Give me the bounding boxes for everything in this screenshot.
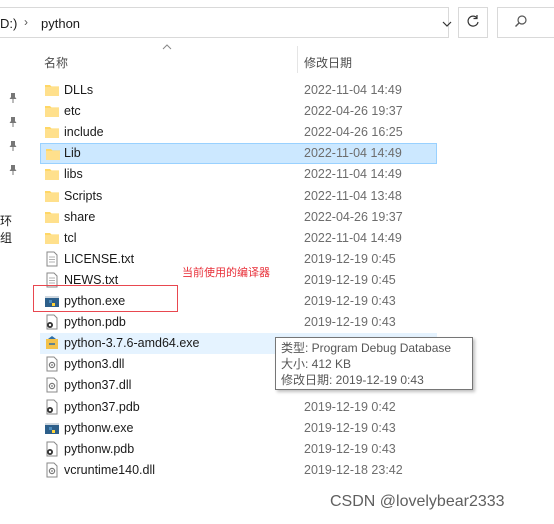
dll-file-icon	[44, 462, 60, 478]
file-row[interactable]: python37.pdb 2019-12-19 0:42	[40, 397, 437, 418]
file-name: python37.dll	[64, 378, 132, 393]
search-icon	[514, 14, 528, 31]
file-date: 2022-11-04 14:49	[304, 146, 402, 161]
pin-icon[interactable]	[8, 116, 18, 128]
column-divider[interactable]	[297, 46, 298, 73]
nav-item-label[interactable]: 环组	[0, 212, 22, 246]
pdb-file-icon	[44, 399, 60, 415]
tooltip-date: 修改日期: 2019-12-19 0:43	[281, 373, 424, 387]
file-name: share	[64, 209, 96, 224]
folder-icon	[44, 188, 60, 204]
python-exe-icon	[44, 420, 60, 436]
file-row[interactable]: Scripts 2022-11-04 13:48	[40, 186, 437, 207]
dll-file-icon	[44, 356, 60, 372]
refresh-button[interactable]	[458, 7, 488, 38]
folder-icon	[44, 209, 60, 225]
file-date: 2022-11-04 14:49	[304, 230, 402, 245]
address-box[interactable]: D:) › python	[0, 7, 452, 38]
file-row[interactable]: include 2022-04-26 16:25	[40, 122, 437, 143]
breadcrumb-separator[interactable]: ›	[24, 15, 28, 29]
column-header-name[interactable]: 名称	[44, 54, 68, 71]
file-name: pythonw.pdb	[64, 441, 135, 456]
file-name: python-3.7.6-amd64.exe	[64, 336, 200, 351]
tooltip-type: 类型: Program Debug Database	[281, 341, 452, 355]
watermark: CSDN @lovelybear2333	[330, 493, 505, 510]
file-name: libs	[64, 167, 83, 182]
file-date: 2019-12-19 0:45	[304, 251, 396, 266]
file-name: DLLs	[64, 83, 94, 97]
pin-icon[interactable]	[8, 92, 18, 104]
file-date: 2022-04-26 19:37	[304, 209, 403, 224]
dll-file-icon	[44, 377, 60, 393]
folder-icon	[44, 124, 60, 140]
navigation-pane: 环组	[0, 46, 22, 524]
file-date: 2022-11-04 13:48	[304, 188, 402, 203]
file-name: python3.dll	[64, 357, 125, 372]
file-name: include	[64, 125, 104, 140]
file-name: vcruntime140.dll	[64, 462, 156, 477]
file-date: 2019-12-19 0:43	[304, 294, 396, 308]
file-name: python37.pdb	[64, 399, 140, 414]
file-date: 2022-04-26 19:37	[304, 104, 403, 119]
file-row[interactable]: etc 2022-04-26 19:37	[40, 101, 437, 122]
folder-icon	[45, 146, 61, 162]
annotation-highlight-box	[33, 285, 178, 312]
file-date: 2019-12-19 0:42	[304, 399, 396, 414]
search-input[interactable]	[497, 7, 554, 38]
file-row[interactable]: tcl 2022-11-04 14:49	[40, 228, 437, 249]
sort-up-icon	[162, 42, 172, 53]
folder-icon	[44, 103, 60, 119]
file-row[interactable]: DLLs 2022-11-04 14:49	[40, 80, 437, 101]
pdb-file-icon	[44, 441, 60, 457]
file-name: etc	[64, 104, 81, 119]
pin-icon[interactable]	[8, 140, 18, 152]
file-row[interactable]: pythonw.pdb 2019-12-19 0:43	[40, 439, 437, 460]
file-name: Scripts	[64, 188, 103, 203]
file-row[interactable]: pythonw.exe 2019-12-19 0:43	[40, 418, 437, 439]
file-row[interactable]: share 2022-04-26 19:37	[40, 207, 437, 228]
installer-icon	[44, 335, 60, 351]
breadcrumb-folder[interactable]: python	[41, 16, 80, 31]
file-name: python.pdb	[64, 315, 126, 330]
file-date: 2019-12-19 0:43	[304, 420, 396, 435]
file-row[interactable]: vcruntime140.dll 2019-12-18 23:42	[40, 460, 437, 481]
file-row[interactable]: Lib 2022-11-04 14:49	[40, 143, 437, 165]
folder-icon	[44, 230, 60, 246]
folder-icon	[44, 166, 60, 182]
file-tooltip: 类型: Program Debug Database 大小: 412 KB 修改…	[275, 337, 473, 390]
file-row[interactable]: python.pdb 2019-12-19 0:43	[40, 312, 437, 333]
file-date: 2019-12-19 0:43	[304, 315, 396, 330]
chevron-down-icon[interactable]	[442, 20, 454, 30]
pdb-file-icon	[44, 314, 60, 330]
folder-icon	[44, 82, 60, 98]
file-date: 2019-12-19 0:45	[304, 272, 396, 287]
file-name: Lib	[64, 146, 81, 161]
file-row[interactable]: libs 2022-11-04 14:49	[40, 164, 437, 185]
file-date: 2019-12-18 23:42	[304, 462, 403, 477]
tooltip-size: 大小: 412 KB	[281, 357, 352, 371]
file-date: 2022-11-04 14:49	[304, 83, 402, 97]
file-date: 2022-04-26 16:25	[304, 125, 403, 140]
annotation-text: 当前使用的编译器	[182, 267, 270, 279]
file-date: 2022-11-04 14:49	[304, 167, 402, 182]
file-name: LICENSE.txt	[64, 251, 135, 266]
address-bar: D:) › python	[0, 0, 554, 46]
file-date: 2019-12-19 0:43	[304, 441, 396, 456]
column-header-date[interactable]: 修改日期	[304, 54, 352, 71]
file-name: tcl	[64, 230, 77, 245]
breadcrumb-drive[interactable]: D:)	[0, 16, 17, 31]
pin-icon[interactable]	[8, 164, 18, 176]
text-file-icon	[44, 251, 60, 267]
file-name: pythonw.exe	[64, 420, 134, 435]
refresh-icon	[466, 14, 480, 31]
